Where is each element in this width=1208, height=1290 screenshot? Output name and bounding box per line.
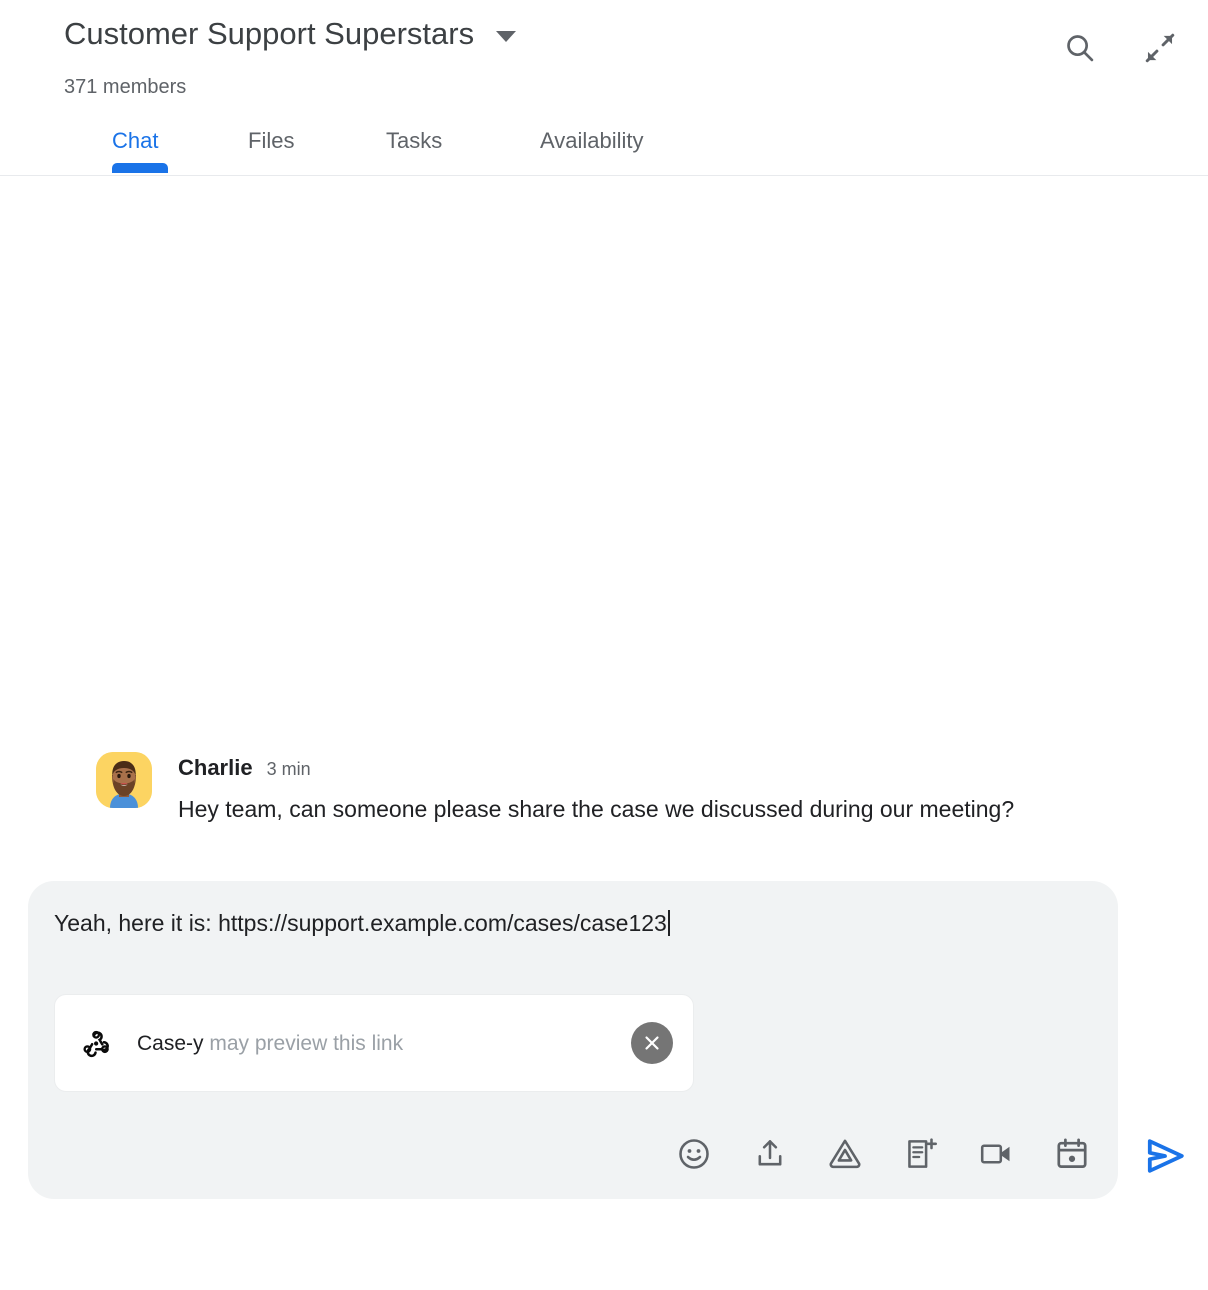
chevron-down-icon[interactable] [496, 30, 517, 42]
message-timestamp: 3 min [266, 759, 311, 779]
tab-bar: Chat Files Tasks Availability [0, 118, 1208, 176]
send-icon [1147, 1139, 1184, 1173]
link-preview-app-name: Case-y [137, 1032, 204, 1055]
page-title: Customer Support Superstars [64, 16, 475, 51]
message-sender: Charlie [178, 755, 253, 780]
upload-icon [758, 1140, 782, 1166]
new-document-button[interactable] [895, 1128, 947, 1180]
header-actions [1058, 26, 1182, 70]
active-tab-indicator [112, 163, 168, 173]
link-preview-chip-content: Case-y may preview this link [81, 995, 403, 1093]
composer-input[interactable]: Yeah, here it is: https://support.exampl… [54, 906, 670, 940]
message-list: Charlie 3 min Hey team, can someone plea… [0, 177, 1208, 867]
calendar-icon [1057, 1138, 1087, 1168]
google-drive-icon [829, 1139, 861, 1169]
text-cursor [667, 910, 670, 936]
dismiss-link-preview-button[interactable] [631, 1022, 673, 1064]
message-header: Charlie 3 min [178, 754, 1096, 782]
composer-toolbar [668, 1123, 1098, 1185]
close-icon [645, 1036, 659, 1050]
avatar[interactable] [96, 752, 152, 808]
emoji-button[interactable] [668, 1128, 720, 1180]
search-icon [1067, 35, 1094, 62]
search-button[interactable] [1058, 26, 1102, 70]
chat-room-window: Customer Support Superstars 371 members [0, 0, 1208, 1290]
message-body: Charlie 3 min Hey team, can someone plea… [178, 752, 1096, 829]
webhook-icon [83, 1030, 109, 1058]
person-with-beard-avatar-icon [96, 752, 152, 808]
composer-input-text: Yeah, here it is: https://support.exampl… [54, 910, 667, 936]
google-drive-button[interactable] [819, 1128, 871, 1180]
new-document-icon [907, 1138, 937, 1168]
tab-files[interactable]: Files [248, 126, 294, 156]
video-camera-icon [981, 1144, 1010, 1164]
room-header: Customer Support Superstars 371 members [0, 0, 1208, 118]
message-text: Hey team, can someone please share the c… [178, 796, 1015, 822]
room-title-row[interactable]: Customer Support Superstars [64, 14, 517, 54]
member-count: 371 members [64, 76, 187, 98]
link-preview-chip: Case-y may preview this link [54, 994, 694, 1092]
message-item: Charlie 3 min Hey team, can someone plea… [96, 752, 1096, 829]
tab-tasks[interactable]: Tasks [386, 126, 442, 156]
calendar-button[interactable] [1046, 1128, 1098, 1180]
link-preview-label: Case-y may preview this link [137, 1030, 403, 1058]
collapse-button[interactable] [1138, 26, 1182, 70]
link-preview-suffix: may preview this link [209, 1032, 404, 1055]
collapse-icon [1145, 33, 1175, 63]
emoji-icon [679, 1139, 709, 1169]
tab-chat[interactable]: Chat [112, 126, 158, 156]
video-meeting-button[interactable] [970, 1128, 1022, 1180]
upload-button[interactable] [744, 1128, 796, 1180]
send-button[interactable] [1138, 1129, 1192, 1183]
tab-availability[interactable]: Availability [540, 126, 644, 156]
message-composer[interactable]: Yeah, here it is: https://support.exampl… [28, 881, 1118, 1199]
